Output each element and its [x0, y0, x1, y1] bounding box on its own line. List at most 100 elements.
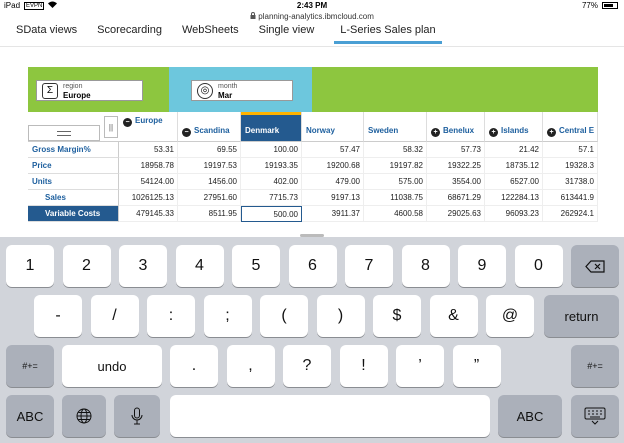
data-cell[interactable]: 4600.58 [364, 206, 427, 222]
key-9[interactable]: 9 [458, 245, 506, 287]
row-header[interactable]: Gross Margin% [28, 142, 119, 158]
tab-sdata-views[interactable]: SData views [16, 24, 77, 44]
data-cell[interactable]: 53.31 [119, 142, 178, 158]
data-cell[interactable]: 96093.23 [485, 206, 543, 222]
data-cell[interactable]: 402.00 [241, 174, 302, 190]
data-cell[interactable]: 11038.75 [364, 190, 427, 206]
row-header[interactable]: Sales [28, 190, 119, 206]
hide-keyboard-key[interactable] [571, 395, 619, 437]
data-cell[interactable]: 21.42 [485, 142, 543, 158]
key-left-paren[interactable]: ( [260, 295, 308, 337]
column-header[interactable]: Norway [302, 112, 364, 142]
tab-websheets[interactable]: WebSheets [182, 24, 239, 44]
key-exclamation-mark[interactable]: ! [339, 345, 388, 387]
address-bar[interactable]: planning-analytics.ibmcloud.com [0, 12, 624, 21]
key-slash[interactable]: / [90, 295, 139, 337]
key-7[interactable]: 7 [345, 245, 393, 287]
data-cell[interactable]: 19328.3 [543, 158, 598, 174]
data-cell[interactable]: 57.1 [543, 142, 598, 158]
data-cell[interactable]: 19322.25 [427, 158, 485, 174]
data-cell[interactable]: 68671.29 [427, 190, 485, 206]
key-quote[interactable]: ” [452, 345, 501, 387]
row-dimension-handle[interactable] [28, 125, 100, 141]
key-period[interactable]: . [170, 345, 218, 387]
key-3[interactable]: 3 [119, 245, 167, 287]
key-right-paren[interactable]: ) [316, 295, 365, 337]
data-cell[interactable]: 19200.68 [302, 158, 364, 174]
key-1[interactable]: 1 [6, 245, 54, 287]
return-key[interactable]: return [544, 295, 619, 337]
column-dimension-handle[interactable]: || [104, 116, 118, 138]
key-0[interactable]: 0 [514, 245, 563, 287]
key-apostrophe[interactable]: ’ [396, 345, 444, 387]
key-5[interactable]: 5 [232, 245, 280, 287]
undo-key[interactable]: undo [62, 345, 162, 387]
data-cell[interactable]: 18958.78 [119, 158, 178, 174]
data-cell[interactable]: 575.00 [364, 174, 427, 190]
key-2[interactable]: 2 [62, 245, 111, 287]
tab-scorecarding[interactable]: Scorecarding [97, 24, 162, 44]
data-cell[interactable]: 8511.95 [178, 206, 241, 222]
key-6[interactable]: 6 [288, 245, 337, 287]
data-cell[interactable]: 100.00 [241, 142, 302, 158]
data-cell[interactable]: 19197.53 [178, 158, 241, 174]
space-bar[interactable] [170, 395, 490, 437]
data-cell[interactable]: 29025.63 [427, 206, 485, 222]
data-cell[interactable]: 69.55 [178, 142, 241, 158]
abc-key[interactable]: ABC [6, 395, 54, 437]
key-ampersand[interactable]: & [429, 295, 478, 337]
data-cell[interactable]: 479145.33 [119, 206, 178, 222]
data-cell[interactable]: 19197.82 [364, 158, 427, 174]
data-cell[interactable]: 1026125.13 [119, 190, 178, 206]
month-selector[interactable]: ◎ month Mar [191, 80, 293, 101]
data-cell[interactable]: 9197.13 [302, 190, 364, 206]
expand-icon[interactable]: + [431, 128, 440, 137]
abc-key-right[interactable]: ABC [498, 395, 562, 437]
column-header[interactable]: + Central E [543, 112, 598, 142]
data-cell[interactable]: 18735.12 [485, 158, 543, 174]
editing-cell[interactable]: 500.00 [241, 206, 302, 222]
data-cell[interactable]: 1456.00 [178, 174, 241, 190]
data-cell[interactable]: 6527.00 [485, 174, 543, 190]
data-cell[interactable]: 3554.00 [427, 174, 485, 190]
key-8[interactable]: 8 [401, 245, 450, 287]
data-cell[interactable]: 54124.00 [119, 174, 178, 190]
data-cell[interactable]: 19193.35 [241, 158, 302, 174]
row-header[interactable]: Units [28, 174, 119, 190]
symbols-shift-key[interactable]: #+= [6, 345, 54, 387]
row-header[interactable]: Variable Costs [28, 206, 119, 222]
collapse-icon[interactable]: − [123, 118, 132, 127]
collapse-icon[interactable]: − [182, 128, 191, 137]
data-cell[interactable]: 57.47 [302, 142, 364, 158]
column-header[interactable]: Sweden [364, 112, 427, 142]
data-cell[interactable]: 27951.60 [178, 190, 241, 206]
key-comma[interactable]: , [226, 345, 275, 387]
expand-icon[interactable]: + [489, 128, 498, 137]
key-minus[interactable]: - [34, 295, 82, 337]
globe-key[interactable] [62, 395, 106, 437]
data-cell[interactable]: 58.32 [364, 142, 427, 158]
data-cell[interactable]: 57.73 [427, 142, 485, 158]
key-at[interactable]: @ [486, 295, 534, 337]
data-cell[interactable]: 262924.1 [543, 206, 598, 222]
data-cell[interactable]: 31738.0 [543, 174, 598, 190]
key-dollar[interactable]: $ [373, 295, 421, 337]
column-header[interactable]: Denmark [241, 112, 302, 142]
data-cell[interactable]: 7715.73 [241, 190, 302, 206]
symbols-shift-key-right[interactable]: #+= [571, 345, 619, 387]
expand-icon[interactable]: + [547, 128, 556, 137]
data-cell[interactable]: 3911.37 [302, 206, 364, 222]
row-header[interactable]: Price [28, 158, 119, 174]
key-semicolon[interactable]: ; [203, 295, 252, 337]
key-question-mark[interactable]: ? [283, 345, 331, 387]
backspace-key[interactable] [571, 245, 619, 287]
column-header[interactable]: − Europe [119, 112, 178, 142]
key-4[interactable]: 4 [175, 245, 224, 287]
column-header[interactable]: − Scandina [178, 112, 241, 142]
dictation-key[interactable] [114, 395, 160, 437]
data-cell[interactable]: 613441.9 [543, 190, 598, 206]
column-header[interactable]: + Benelux [427, 112, 485, 142]
tab-single-view[interactable]: Single view [259, 24, 315, 44]
tab-l-series-sales-plan[interactable]: L-Series Sales plan [334, 24, 442, 44]
region-selector[interactable]: Σ region Europe [36, 80, 143, 101]
